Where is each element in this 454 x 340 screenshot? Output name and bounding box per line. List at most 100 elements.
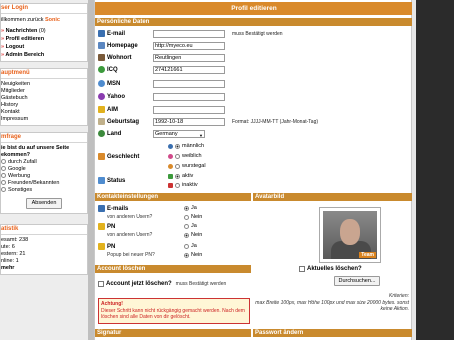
radio-icon[interactable] [184,232,189,238]
menu-item-history[interactable]: History [1,102,87,109]
admin-link[interactable]: » Admin Bereich [1,51,87,59]
popup-no[interactable]: Nein [184,252,202,258]
msn-icon [98,80,105,87]
icq-field[interactable]: 274121661 [153,66,225,74]
status-label: Status [98,177,125,184]
radio-icon[interactable] [175,143,180,149]
msn-field[interactable] [153,80,225,88]
radio-icon[interactable] [184,252,189,258]
radio-icon[interactable] [184,243,189,249]
stat-line: nline: 1 [1,258,19,264]
email-icon [98,205,105,212]
radio-icon[interactable] [184,205,189,211]
stat-line: ute: 6 [1,244,15,250]
welcome-text: illkommen zurück Sonic [1,17,60,23]
avatar-criteria: Kriterien: max Breite 100px, max Höhe 10… [255,293,409,312]
stat-line: estern: 21 [1,251,26,257]
radio-icon[interactable] [1,159,6,165]
poll-option[interactable]: Freunden/Bekannten [1,180,87,187]
personal-data-header: Persönliche Daten [95,18,413,26]
delete-account-row: Account jetzt löschen? muss Bestätigt we… [98,281,250,287]
user-login-title: ser Login [1,4,87,14]
menu-item-contact[interactable]: Kontakt [1,109,87,116]
delete-account-checkbox[interactable] [98,281,104,287]
globe-icon [98,130,105,137]
stats-title: atistik [1,225,87,235]
status-option-inactive[interactable]: inaktiv [168,182,198,188]
homepage-field[interactable]: http://myeco.eu [153,42,225,50]
radio-icon[interactable] [175,163,180,169]
email-field[interactable] [153,30,225,38]
delete-warning: Achtung! Dieser Schritt kann nicht rückg… [98,298,250,324]
radio-icon[interactable] [1,166,6,172]
chevron-down-icon: ▼ [199,133,203,138]
email-allow-yes[interactable]: Ja [184,205,197,211]
popup-yes[interactable]: Ja [184,243,197,249]
email-note: muss Bestätigt werden [232,31,283,37]
poll-box: mfrage ie bist du auf unsere Seite ekomm… [0,132,88,214]
profile-edit-panel: Profil editieren Persönliche Daten E-mai… [94,0,413,340]
field-row-email: E-mail muss Bestätigt werden [95,29,413,40]
delete-account-header: Account löschen [95,265,251,273]
radio-icon[interactable] [1,180,6,186]
main-menu-box: auptmenü Neuigkeiten Mitglieder Gästebuc… [0,68,88,126]
country-select[interactable]: Germany ▼ [153,130,205,138]
radio-icon[interactable] [184,214,189,220]
main-menu-title: auptmenü [1,69,87,79]
password-header: Passwort ändern [253,329,413,337]
contact-row-email: E-mails von anderen Usern? Ja Nein [98,205,248,225]
logout-link[interactable]: » Logout [1,43,87,51]
radio-icon[interactable] [184,223,189,229]
avatar-delete-checkbox[interactable] [299,266,305,272]
birthday-format-note: Format: JJJJ-MM-TT (Jahr-Monat-Tag) [232,119,319,125]
menu-item-guestbook[interactable]: Gästebuch [1,95,87,102]
status-option-active[interactable]: aktiv [168,173,193,179]
poll-option[interactable]: durch Zufall [1,159,87,166]
stats-box: atistik esamt: 238 ute: 6 estern: 21 nli… [0,224,88,275]
field-row-msn: MSN [95,79,413,90]
active-icon [168,173,173,179]
user-login-box: ser Login illkommen zurück Sonic » Nachr… [0,3,88,62]
pn-allow-yes[interactable]: Ja [184,223,197,229]
gender-option-male[interactable]: männlich [168,143,204,149]
gender-option-unspecified[interactable]: wurstegal [168,163,206,169]
poll-title: mfrage [1,133,87,143]
poll-submit-button[interactable]: Absenden [25,198,63,209]
gender-option-female[interactable]: weiblich [168,153,202,159]
yahoo-field[interactable] [153,93,225,101]
poll-option[interactable]: Werbung [1,173,87,180]
contact-row-popup: PN Popup bei neuer PN? Ja Nein [98,243,248,263]
pn-allow-no[interactable]: Nein [184,232,202,238]
stats-more-link[interactable]: mehr [1,265,87,272]
edit-profile-link[interactable]: » Profil editieren [1,35,87,43]
poll-option[interactable]: Sonstiges [1,187,87,194]
poll-question: ie bist du auf unsere Seite ekommen? [1,145,70,158]
menu-item-imprint[interactable]: Impressum [1,116,87,123]
field-row-aim: AIM [95,105,413,116]
messages-link[interactable]: » Nachrichten (0) [1,27,87,35]
avatar-image: Team [319,207,381,263]
menu-item-news[interactable]: Neuigkeiten [1,81,87,88]
email-allow-no[interactable]: Nein [184,214,202,220]
radio-icon[interactable] [175,182,180,188]
radio-icon[interactable] [175,173,180,179]
field-row-homepage: Homepage http://myeco.eu [95,41,413,52]
field-row-icq: ICQ 274121661 [95,65,413,76]
email-icon [98,30,105,37]
calendar-icon [98,118,105,125]
field-row-land: Land Germany ▼ [95,129,413,140]
poll-option[interactable]: Google [1,166,87,173]
aim-field[interactable] [153,106,225,114]
radio-icon[interactable] [1,187,6,193]
browse-button[interactable]: Durchsuchen... [334,276,380,286]
stat-line: esamt: 238 [1,237,29,243]
radio-icon[interactable] [1,173,6,179]
birthday-field[interactable]: 1992-10-18 [153,118,225,126]
menu-item-members[interactable]: Mitglieder [1,88,87,95]
avatar-header: Avatarbild [253,193,413,201]
radio-icon[interactable] [175,153,180,159]
house-icon [98,54,105,61]
wohnort-field[interactable]: Reutlingen [153,54,225,62]
team-badge: Team [359,252,376,258]
sidebar: ser Login illkommen zurück Sonic » Nachr… [0,0,88,340]
